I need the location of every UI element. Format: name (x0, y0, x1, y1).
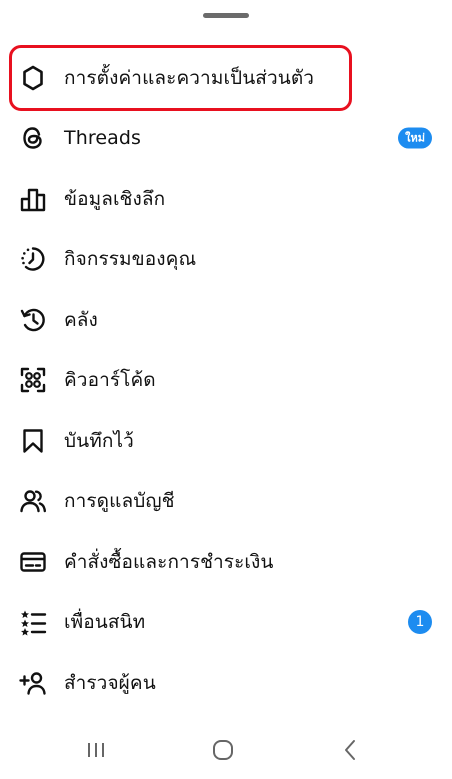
home-icon[interactable] (208, 735, 238, 765)
menu-item-label: สำรวจผู้คน (64, 672, 156, 694)
sheet-drag-handle[interactable] (203, 13, 249, 18)
menu-item-supervision[interactable]: การดูแลบัญชี (0, 471, 452, 531)
menu-item-orders-payments[interactable]: คำสั่งซื้อและการชำระเงิน (0, 532, 452, 592)
menu-item-label: บันทึกไว้ (64, 430, 134, 452)
menu-item-threads[interactable]: Threads ใหม่ (0, 108, 452, 168)
menu-item-discover-people[interactable]: สำรวจผู้คน (0, 653, 452, 713)
bookmark-icon (18, 426, 48, 456)
system-navigation-bar (0, 719, 452, 779)
menu-item-label: คิวอาร์โค้ด (64, 369, 156, 391)
qr-code-icon (18, 365, 48, 395)
highlight-box (9, 45, 352, 111)
menu-item-archive[interactable]: คลัง (0, 290, 452, 350)
menu-item-label: กิจกรรมของคุณ (64, 248, 197, 270)
menu-item-saved[interactable]: บันทึกไว้ (0, 411, 452, 471)
menu-item-label: คำสั่งซื้อและการชำระเงิน (64, 551, 274, 573)
back-icon[interactable] (335, 735, 365, 765)
bar-chart-icon (18, 184, 48, 214)
card-icon (18, 547, 48, 577)
menu-item-label: คลัง (64, 309, 98, 331)
archive-history-icon (18, 305, 48, 335)
menu-item-label: Threads (64, 127, 142, 149)
add-person-icon (18, 668, 48, 698)
menu-item-label: การดูแลบัญชี (64, 490, 175, 512)
menu-item-close-friends[interactable]: เพื่อนสนิท 1 (0, 592, 452, 652)
activity-clock-icon (18, 244, 48, 274)
supervision-icon (18, 486, 48, 516)
menu-item-your-activity[interactable]: กิจกรรมของคุณ (0, 229, 452, 289)
menu-item-label: ข้อมูลเชิงลึก (64, 188, 166, 210)
recent-apps-icon[interactable] (81, 735, 111, 765)
menu-item-qr-code[interactable]: คิวอาร์โค้ด (0, 350, 452, 410)
menu-item-label: เพื่อนสนิท (64, 611, 146, 633)
menu-item-insights[interactable]: ข้อมูลเชิงลึก (0, 169, 452, 229)
close-friends-list-icon (18, 607, 48, 637)
threads-icon (18, 123, 48, 153)
count-badge: 1 (408, 610, 432, 634)
new-badge: ใหม่ (398, 127, 432, 149)
